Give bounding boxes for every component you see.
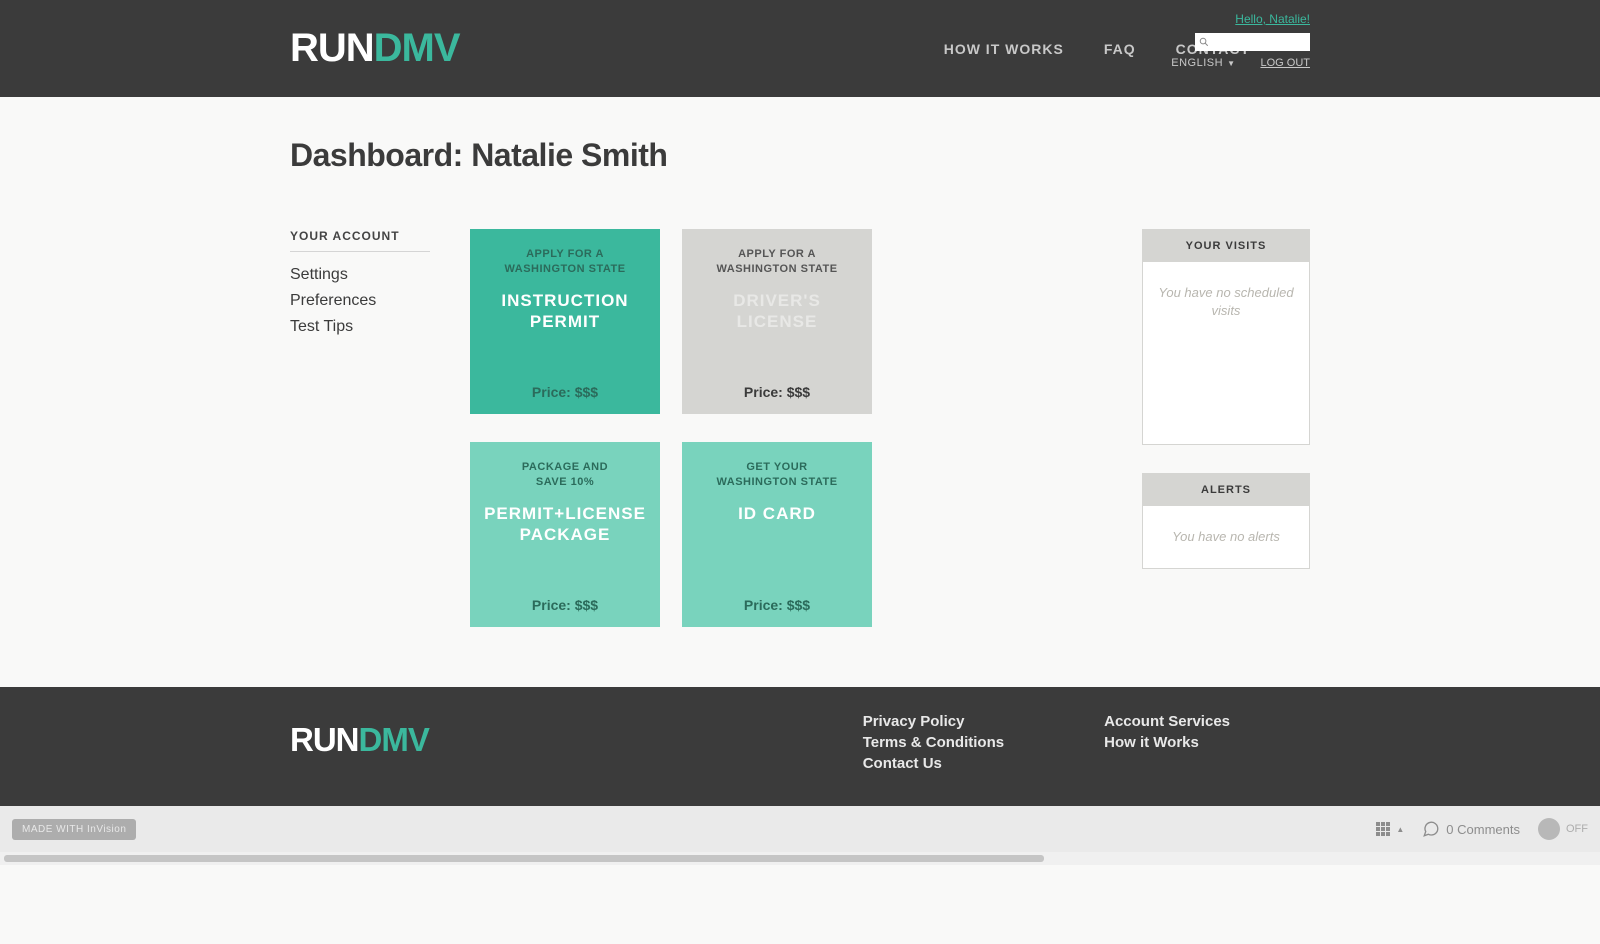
nav-faq[interactable]: FAQ bbox=[1104, 41, 1136, 57]
invision-toggle[interactable]: OFF bbox=[1538, 818, 1588, 840]
alerts-panel-heading: ALERTS bbox=[1143, 474, 1309, 506]
alerts-panel: ALERTS You have no alerts bbox=[1142, 473, 1310, 569]
comments-count: 0 Comments bbox=[1446, 822, 1520, 837]
footer-how-it-works[interactable]: How it Works bbox=[1104, 734, 1230, 751]
alerts-panel-body: You have no alerts bbox=[1143, 506, 1309, 568]
card-title: INSTRUCTION PERMIT bbox=[482, 290, 648, 333]
product-cards: APPLY FOR A WASHINGTON STATE INSTRUCTION… bbox=[470, 229, 872, 627]
card-permit-license-package[interactable]: PACKAGE AND SAVE 10% PERMIT+LICENSE PACK… bbox=[470, 442, 660, 627]
grid-icon bbox=[1376, 822, 1390, 836]
visits-panel-body: You have no scheduled visits bbox=[1143, 262, 1309, 444]
header: RUNDMV HOW IT WORKS FAQ CONTACT Hello, N… bbox=[0, 0, 1600, 97]
comment-icon bbox=[1422, 820, 1440, 838]
invision-comments-button[interactable]: 0 Comments bbox=[1422, 820, 1520, 838]
scrollbar-thumb[interactable] bbox=[4, 855, 1044, 862]
hello-user-link[interactable]: Hello, Natalie! bbox=[1235, 12, 1310, 26]
visits-panel-heading: YOUR VISITS bbox=[1143, 230, 1309, 262]
visits-panel: YOUR VISITS You have no scheduled visits bbox=[1142, 229, 1310, 445]
language-label: ENGLISH bbox=[1171, 57, 1223, 69]
sidebar-heading: YOUR ACCOUNT bbox=[290, 229, 430, 252]
footer-logo-dmv: DMV bbox=[359, 721, 429, 758]
card-price: Price: $$$ bbox=[482, 384, 648, 400]
card-title: DRIVER'S LICENSE bbox=[694, 290, 860, 333]
footer-col-1: Privacy Policy Terms & Conditions Contac… bbox=[863, 713, 1004, 772]
account-sidebar: YOUR ACCOUNT Settings Preferences Test T… bbox=[290, 229, 430, 344]
card-title: ID CARD bbox=[694, 503, 860, 524]
header-utility-row: ENGLISH ▼ LOG OUT bbox=[1171, 57, 1310, 69]
card-subtext: APPLY FOR A WASHINGTON STATE bbox=[482, 247, 648, 278]
main-content: Dashboard: Natalie Smith YOUR ACCOUNT Se… bbox=[0, 97, 1600, 687]
dashboard-row: YOUR ACCOUNT Settings Preferences Test T… bbox=[290, 229, 1310, 627]
logo[interactable]: RUNDMV bbox=[290, 26, 460, 71]
footer-links: Privacy Policy Terms & Conditions Contac… bbox=[863, 713, 1310, 772]
footer-logo-run: RUN bbox=[290, 721, 359, 758]
chevron-up-icon: ▲ bbox=[1396, 825, 1404, 834]
footer-terms[interactable]: Terms & Conditions bbox=[863, 734, 1004, 751]
toggle-label: OFF bbox=[1566, 823, 1588, 835]
sidebar-test-tips[interactable]: Test Tips bbox=[290, 318, 430, 336]
sidebar-settings[interactable]: Settings bbox=[290, 266, 430, 284]
card-drivers-license[interactable]: APPLY FOR A WASHINGTON STATE DRIVER'S LI… bbox=[682, 229, 872, 414]
logo-run-text: RUN bbox=[290, 26, 374, 70]
sidebar-preferences[interactable]: Preferences bbox=[290, 292, 430, 310]
invision-right-controls: ▲ 0 Comments OFF bbox=[1376, 818, 1588, 840]
page-title: Dashboard: Natalie Smith bbox=[290, 137, 1310, 174]
invision-toolbar: MADE WITH InVision ▲ 0 Comments OFF bbox=[0, 806, 1600, 852]
footer-col-2: Account Services How it Works bbox=[1104, 713, 1230, 772]
footer-logo[interactable]: RUNDMV bbox=[290, 721, 429, 759]
card-price: Price: $$$ bbox=[482, 597, 648, 613]
language-selector[interactable]: ENGLISH ▼ bbox=[1171, 57, 1235, 69]
nav-how-it-works[interactable]: HOW IT WORKS bbox=[944, 41, 1064, 57]
search-input[interactable] bbox=[1195, 33, 1310, 51]
chevron-down-icon: ▼ bbox=[1227, 59, 1235, 68]
made-with-badge[interactable]: MADE WITH InVision bbox=[12, 819, 136, 840]
search-box bbox=[1195, 32, 1310, 51]
invision-screens-button[interactable]: ▲ bbox=[1376, 822, 1404, 836]
toggle-handle-icon bbox=[1538, 818, 1560, 840]
right-panels: YOUR VISITS You have no scheduled visits… bbox=[1142, 229, 1310, 569]
card-id-card[interactable]: GET YOUR WASHINGTON STATE ID CARD Price:… bbox=[682, 442, 872, 627]
card-subtext: APPLY FOR A WASHINGTON STATE bbox=[694, 247, 860, 278]
card-instruction-permit[interactable]: APPLY FOR A WASHINGTON STATE INSTRUCTION… bbox=[470, 229, 660, 414]
page-footer: RUNDMV Privacy Policy Terms & Conditions… bbox=[0, 687, 1600, 806]
horizontal-scrollbar[interactable] bbox=[0, 852, 1600, 865]
footer-privacy[interactable]: Privacy Policy bbox=[863, 713, 1004, 730]
card-price: Price: $$$ bbox=[694, 597, 860, 613]
logo-dmv-text: DMV bbox=[374, 26, 460, 70]
header-utility: Hello, Natalie! ENGLISH ▼ LOG OUT bbox=[1171, 12, 1310, 69]
footer-contact[interactable]: Contact Us bbox=[863, 755, 1004, 772]
card-price: Price: $$$ bbox=[694, 384, 860, 400]
card-subtext: GET YOUR WASHINGTON STATE bbox=[694, 460, 860, 491]
card-title: PERMIT+LICENSE PACKAGE bbox=[482, 503, 648, 546]
card-subtext: PACKAGE AND SAVE 10% bbox=[482, 460, 648, 491]
logout-link[interactable]: LOG OUT bbox=[1260, 57, 1310, 69]
footer-account-services[interactable]: Account Services bbox=[1104, 713, 1230, 730]
